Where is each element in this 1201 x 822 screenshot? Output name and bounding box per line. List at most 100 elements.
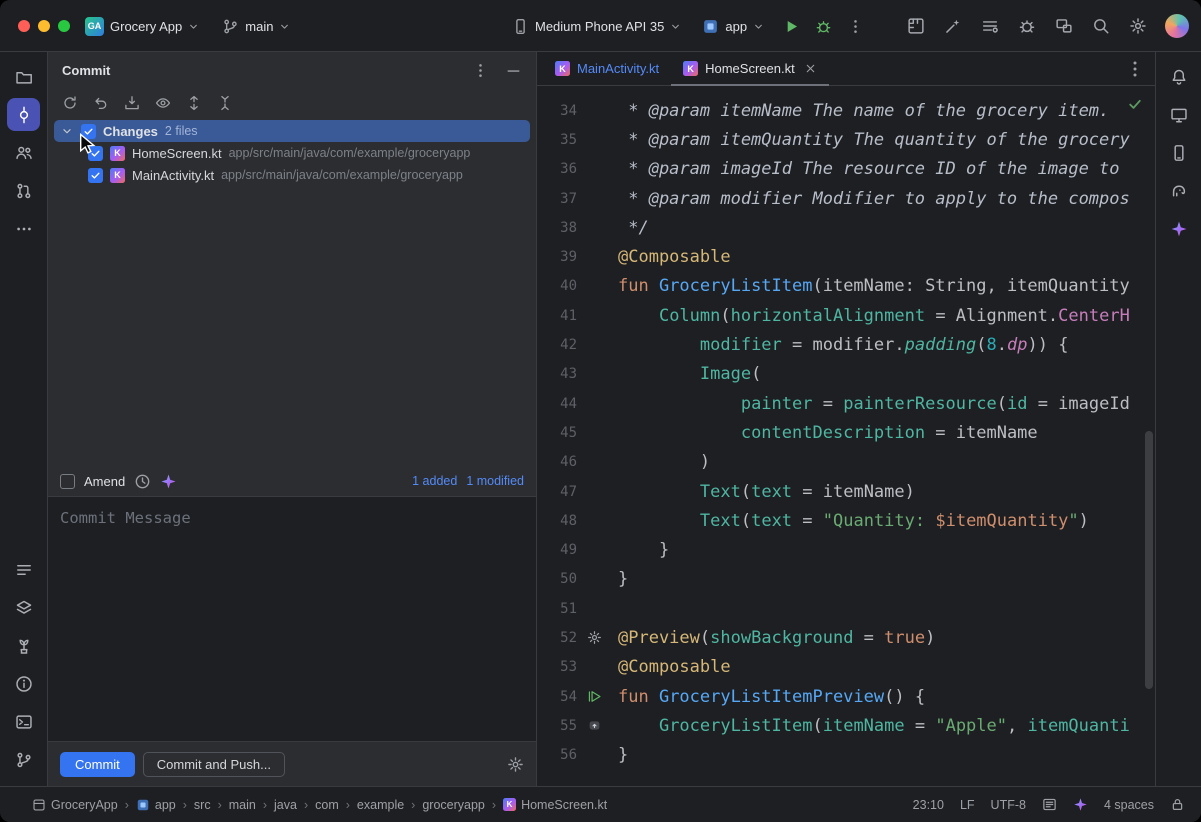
app-inspection-icon[interactable] xyxy=(1016,15,1038,37)
editor-config-icon[interactable] xyxy=(1042,797,1057,812)
commit-history-icon[interactable] xyxy=(134,473,151,490)
line-number[interactable]: 39 xyxy=(537,249,581,265)
commit-and-push-button[interactable]: Commit and Push... xyxy=(143,752,285,777)
line-number[interactable]: 51 xyxy=(537,601,581,617)
commit-tool-icon[interactable] xyxy=(7,98,40,131)
file-encoding[interactable]: UTF-8 xyxy=(991,798,1026,812)
changes-checkbox[interactable] xyxy=(81,124,96,139)
breadcrumb-item-java[interactable]: java xyxy=(274,798,297,812)
line-number[interactable]: 38 xyxy=(537,220,581,236)
line-number[interactable]: 37 xyxy=(537,191,581,207)
line-number[interactable]: 46 xyxy=(537,454,581,470)
compose-preview-icon[interactable] xyxy=(581,711,608,740)
problems-tool-icon[interactable] xyxy=(7,667,40,700)
ai-actions-icon[interactable] xyxy=(942,15,964,37)
code-line[interactable]: 51 xyxy=(537,594,1155,623)
line-number[interactable]: 48 xyxy=(537,513,581,529)
logcat-icon[interactable] xyxy=(979,15,1001,37)
code-line[interactable]: 50} xyxy=(537,565,1155,594)
branch-selector[interactable]: main xyxy=(215,14,298,39)
line-number[interactable]: 40 xyxy=(537,278,581,294)
run-configuration-selector[interactable]: app xyxy=(695,14,772,39)
line-number[interactable]: 50 xyxy=(537,571,581,587)
code-line[interactable]: 52@Preview(showBackground = true) xyxy=(537,623,1155,652)
expand-all-icon[interactable] xyxy=(182,91,206,115)
device-manager-icon[interactable] xyxy=(1162,136,1195,169)
structure-tool-icon[interactable] xyxy=(7,136,40,169)
chevron-expanded-icon[interactable] xyxy=(60,124,74,138)
code-line[interactable]: 42 modifier = modifier.padding(8.dp)) { xyxy=(537,330,1155,359)
line-number[interactable]: 42 xyxy=(537,337,581,353)
close-tab-icon[interactable] xyxy=(804,62,817,75)
code-line[interactable]: 38 */ xyxy=(537,213,1155,242)
line-number[interactable]: 41 xyxy=(537,308,581,324)
more-tool-windows-icon[interactable] xyxy=(7,212,40,245)
line-number[interactable]: 56 xyxy=(537,747,581,763)
commit-settings-icon[interactable] xyxy=(507,756,524,773)
search-everywhere-icon[interactable] xyxy=(1090,15,1112,37)
device-mirroring-icon[interactable] xyxy=(1053,15,1075,37)
run-button[interactable] xyxy=(778,13,804,39)
breadcrumb-item-main[interactable]: main xyxy=(229,798,256,812)
code-line[interactable]: 44 painter = painterResource(id = imageI… xyxy=(537,389,1155,418)
line-number[interactable]: 36 xyxy=(537,161,581,177)
editor-scrollbar[interactable] xyxy=(1145,431,1153,689)
changed-file-row[interactable]: KMainActivity.ktapp/src/main/java/com/ex… xyxy=(48,164,536,186)
terminal-tool-icon[interactable] xyxy=(7,705,40,738)
line-ending[interactable]: LF xyxy=(960,798,975,812)
commit-options-icon[interactable] xyxy=(472,62,489,79)
amend-checkbox[interactable] xyxy=(60,474,75,489)
code-editor[interactable]: 34 * @param itemName The name of the gro… xyxy=(537,86,1155,786)
notifications-icon[interactable] xyxy=(1162,60,1195,93)
close-window-button[interactable] xyxy=(18,20,30,32)
run-preview-icon[interactable] xyxy=(581,682,608,711)
code-line[interactable]: 46 ) xyxy=(537,448,1155,477)
code-line[interactable]: 45 contentDescription = itemName xyxy=(537,418,1155,447)
editor-options-icon[interactable] xyxy=(1125,59,1145,79)
gemini-ai-icon[interactable] xyxy=(1162,212,1195,245)
breadcrumb-item-com[interactable]: com xyxy=(315,798,339,812)
line-number[interactable]: 34 xyxy=(537,103,581,119)
shelve-icon[interactable] xyxy=(120,91,144,115)
refresh-icon[interactable] xyxy=(58,91,82,115)
logcat-tool-icon[interactable] xyxy=(7,591,40,624)
line-number[interactable]: 35 xyxy=(537,132,581,148)
editor-tab-MainActivity.kt[interactable]: KMainActivity.kt xyxy=(543,52,671,85)
ai-status-icon[interactable] xyxy=(1073,797,1088,812)
changed-file-row[interactable]: KHomeScreen.ktapp/src/main/java/com/exam… xyxy=(48,142,536,164)
line-number[interactable]: 55 xyxy=(537,718,581,734)
code-line[interactable]: 36 * @param imageId The resource ID of t… xyxy=(537,155,1155,184)
code-line[interactable]: 55 GroceryListItem(itemName = "Apple", i… xyxy=(537,711,1155,740)
breadcrumb-item-app[interactable]: app xyxy=(136,798,176,812)
code-line[interactable]: 54fun GroceryListItemPreview() { xyxy=(537,682,1155,711)
indent-setting[interactable]: 4 spaces xyxy=(1104,798,1154,812)
more-run-actions-icon[interactable] xyxy=(842,13,868,39)
preview-settings-icon[interactable] xyxy=(581,623,608,652)
breadcrumb-item-groceryapp[interactable]: groceryapp xyxy=(422,798,485,812)
debug-button[interactable] xyxy=(810,13,836,39)
hide-panel-icon[interactable] xyxy=(505,62,522,79)
breadcrumb-item-HomeScreen.kt[interactable]: KHomeScreen.kt xyxy=(503,798,607,812)
zoom-window-button[interactable] xyxy=(58,20,70,32)
code-line[interactable]: 40fun GroceryListItem(itemName: String, … xyxy=(537,272,1155,301)
ai-commit-message-icon[interactable] xyxy=(160,473,177,490)
caret-position[interactable]: 23:10 xyxy=(913,798,944,812)
code-line[interactable]: 47 Text(text = itemName) xyxy=(537,477,1155,506)
code-line[interactable]: 35 * @param itemQuantity The quantity of… xyxy=(537,125,1155,154)
code-line[interactable]: 37 * @param modifier Modifier to apply t… xyxy=(537,184,1155,213)
code-line[interactable]: 43 Image( xyxy=(537,360,1155,389)
line-number[interactable]: 47 xyxy=(537,484,581,500)
todo-tool-icon[interactable] xyxy=(7,553,40,586)
line-number[interactable]: 52 xyxy=(537,630,581,646)
gradle-icon[interactable] xyxy=(1162,174,1195,207)
layout-inspector-icon[interactable] xyxy=(905,15,927,37)
file-checkbox[interactable] xyxy=(88,146,103,161)
project-tool-icon[interactable] xyxy=(7,60,40,93)
breadcrumb-item-src[interactable]: src xyxy=(194,798,211,812)
inspections-ok-icon[interactable] xyxy=(1127,96,1143,112)
breadcrumb-item-GroceryApp[interactable]: GroceryApp xyxy=(32,798,118,812)
code-line[interactable]: 48 Text(text = "Quantity: $itemQuantity"… xyxy=(537,506,1155,535)
minimize-window-button[interactable] xyxy=(38,20,50,32)
line-number[interactable]: 53 xyxy=(537,659,581,675)
settings-icon[interactable] xyxy=(1127,15,1149,37)
